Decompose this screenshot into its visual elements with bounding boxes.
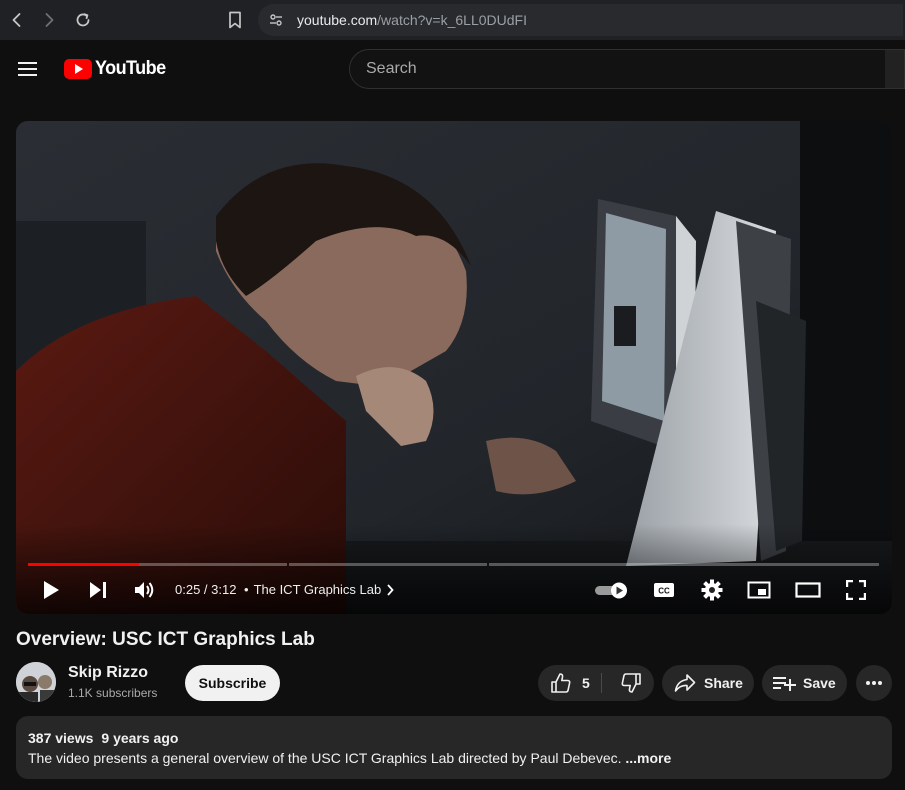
- fullscreen-icon: [846, 580, 866, 600]
- url-path: /watch?v=k_6LL0DUdFI: [377, 12, 527, 28]
- upload-age: 9 years ago: [101, 730, 179, 746]
- like-dislike-group: 5: [538, 665, 654, 701]
- chapter-segment: [489, 563, 879, 566]
- autoplay-toggle[interactable]: [594, 577, 630, 603]
- like-button[interactable]: 5: [538, 665, 616, 701]
- description-text: The video presents a general overview of…: [28, 750, 671, 766]
- chapter-bullet: •: [244, 582, 249, 597]
- video-title: Overview: USC ICT Graphics Lab: [16, 629, 315, 650]
- chevron-right-icon: [387, 583, 394, 596]
- thumbs-down-icon: [621, 673, 641, 693]
- url-domain: youtube.com: [297, 12, 378, 28]
- like-divider: [601, 673, 602, 693]
- youtube-logo[interactable]: YouTube: [64, 58, 169, 79]
- share-label: Share: [704, 675, 743, 691]
- address-bar[interactable]: youtube.com/watch?v=k_6LL0DUdFI: [258, 4, 903, 36]
- autoplay-toggle-icon: [595, 582, 627, 599]
- subscriber-count: 1.1K subscribers: [68, 686, 158, 700]
- chapter-title: The ICT Graphics Lab: [253, 582, 382, 597]
- volume-icon: [135, 582, 154, 598]
- play-icon: [44, 581, 59, 599]
- subtitles-button[interactable]: CC: [652, 577, 676, 603]
- cc-icon: CC: [654, 583, 674, 597]
- channel-name[interactable]: Skip Rizzo: [68, 664, 148, 682]
- playlist-add-icon: [773, 677, 796, 691]
- channel-avatar[interactable]: [16, 662, 56, 702]
- more-dots-icon: [866, 681, 882, 685]
- more-actions-button[interactable]: [856, 665, 892, 701]
- description-snippet: The video presents a general overview of…: [28, 750, 626, 766]
- search-box[interactable]: [349, 49, 886, 89]
- save-button[interactable]: Save: [762, 665, 847, 701]
- masthead: YouTube: [0, 40, 905, 98]
- settings-button[interactable]: [700, 577, 724, 603]
- share-button[interactable]: Share: [662, 665, 754, 701]
- forward-arrow-icon: [45, 13, 54, 27]
- guide-menu-button[interactable]: [17, 59, 39, 79]
- time-separator: /: [200, 582, 212, 597]
- reload-button[interactable]: [68, 5, 98, 35]
- forward-button[interactable]: [34, 5, 64, 35]
- time-display: 0:25 / 3:12: [175, 582, 236, 597]
- bookmark-icon: [229, 11, 241, 29]
- fullscreen-button[interactable]: [844, 577, 868, 603]
- description-stats: 387 views 9 years ago: [28, 730, 178, 746]
- share-icon: [674, 674, 696, 692]
- video-player[interactable]: 0:25 / 3:12 • The ICT Graphics Lab CC: [16, 121, 892, 614]
- hamburger-icon: [18, 62, 37, 76]
- svg-text:CC: CC: [658, 587, 670, 596]
- url-text[interactable]: youtube.com/watch?v=k_6LL0DUdFI: [297, 12, 527, 28]
- chapter-segment: [289, 563, 487, 566]
- miniplayer-button[interactable]: [746, 577, 772, 603]
- next-button[interactable]: [86, 577, 110, 603]
- progress-bar[interactable]: [28, 563, 879, 566]
- theater-icon: [795, 582, 821, 598]
- avatar-image: [16, 662, 56, 702]
- like-count: 5: [582, 675, 590, 691]
- time-current: 0:25: [175, 582, 201, 597]
- thumbs-up-icon: [551, 673, 571, 693]
- miniplayer-icon: [747, 581, 771, 599]
- theater-mode-button[interactable]: [794, 577, 822, 603]
- back-button[interactable]: [2, 5, 32, 35]
- reload-icon: [76, 13, 90, 27]
- bookmark-button[interactable]: [224, 9, 246, 31]
- chapter-button[interactable]: • The ICT Graphics Lab: [244, 582, 394, 597]
- play-button[interactable]: [38, 577, 64, 603]
- progress-played: [28, 563, 139, 566]
- save-label: Save: [803, 675, 836, 691]
- search-button[interactable]: [885, 49, 905, 89]
- description-box[interactable]: 387 views 9 years ago The video presents …: [16, 716, 892, 779]
- description-more-button[interactable]: ...more: [625, 750, 671, 766]
- time-total: 3:12: [211, 582, 237, 597]
- search-input[interactable]: [366, 60, 885, 78]
- dislike-button[interactable]: [608, 665, 654, 701]
- youtube-logo-icon: [64, 59, 92, 79]
- tune-icon[interactable]: [268, 12, 284, 28]
- view-count: 387 views: [28, 730, 94, 746]
- back-arrow-icon: [12, 13, 21, 27]
- subscribe-button[interactable]: Subscribe: [185, 665, 280, 701]
- mute-button[interactable]: [132, 577, 158, 603]
- logo-text: YouTube: [95, 58, 166, 79]
- gear-icon: [701, 579, 723, 601]
- browser-toolbar: youtube.com/watch?v=k_6LL0DUdFI: [0, 0, 905, 40]
- next-icon: [90, 582, 106, 598]
